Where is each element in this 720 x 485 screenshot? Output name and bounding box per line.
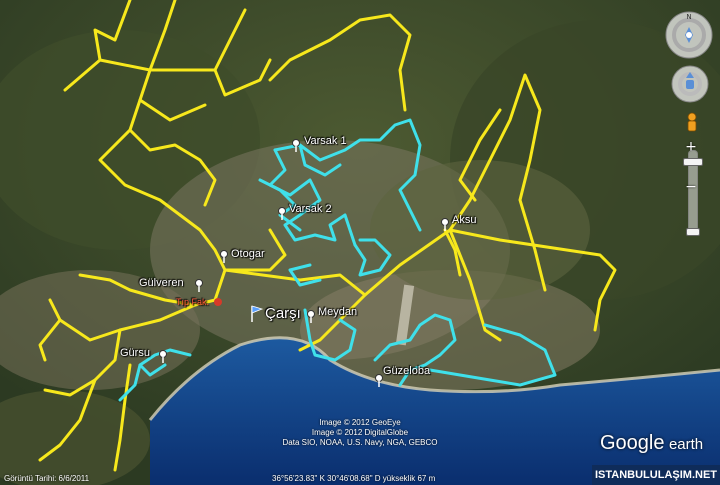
place-label-carsi: Çarşı — [265, 305, 301, 322]
place-label-otogar: Otogar — [231, 248, 265, 260]
logo-earth: earth — [668, 436, 704, 453]
place-label-meydan: Meydan — [318, 306, 358, 318]
imagery-date: Görüntü Tarihi: 6/6/2011 — [4, 474, 90, 483]
watermark-banner: ISTANBULULAŞIM.NET — [592, 465, 720, 485]
place-label-tip-fak: Tıp Fak. — [176, 297, 210, 307]
logo-google: Google — [600, 432, 665, 454]
zoom-slider-end — [686, 228, 700, 236]
look-compass-control[interactable]: N — [664, 10, 714, 60]
place-label-guzeloba: Güzeloba — [383, 365, 431, 377]
move-joystick-control[interactable] — [670, 64, 710, 104]
zoom-out-button[interactable]: − — [684, 180, 698, 194]
place-label-gulveren: Gülveren — [139, 277, 184, 289]
place-label-varsak-1: Varsak 1 — [304, 135, 347, 147]
street-view-pegman[interactable] — [684, 112, 700, 136]
coordinate-readout: 36°56'23.83" K 30°46'08.68" D yükseklik … — [272, 474, 436, 483]
credit-line: Image © 2012 GeoEye — [319, 418, 401, 427]
google-earth-logo: Google earth — [600, 432, 703, 455]
svg-text:N: N — [686, 13, 691, 21]
place-label-varsak-2: Varsak 2 — [289, 203, 332, 215]
place-label-gursu: Gürsu — [120, 347, 150, 359]
map-imagery — [0, 0, 720, 485]
tip-fak-marker — [214, 298, 222, 306]
pegman-icon — [687, 112, 697, 122]
place-label-aksu: Aksu — [452, 214, 477, 226]
map-view[interactable]: Varsak 1 Varsak 2 Aksu Otogar Gülveren T… — [0, 0, 720, 485]
zoom-slider-knob[interactable] — [683, 158, 703, 166]
